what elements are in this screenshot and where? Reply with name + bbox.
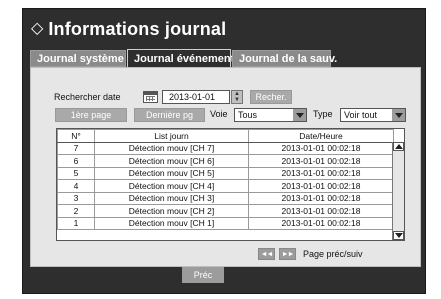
row-number: 5 [57, 166, 95, 180]
log-info-window: ◇ Informations journal Journal système J… [22, 8, 426, 294]
tab-event-log[interactable]: Journal événements [127, 49, 240, 67]
event-log-table: N° List journ Date/Heure 7 Détection mou… [56, 128, 405, 241]
previous-button[interactable]: Préc [182, 267, 224, 283]
row-datetime: 2013-01-01 00:02:18 [248, 204, 394, 218]
type-select-value: Voir tout [344, 110, 378, 120]
tab-system-log[interactable]: Journal système [30, 50, 126, 67]
table-row[interactable]: 6 Détection mouv [CH 6] 2013-01-01 00:02… [57, 154, 394, 168]
search-date-label: Rechercher date [54, 92, 121, 102]
type-select[interactable]: Voir tout [340, 108, 406, 122]
row-event: Détection mouv [CH 5] [94, 166, 249, 180]
row-number: 4 [57, 179, 95, 193]
row-number: 3 [57, 191, 95, 205]
scroll-up-icon[interactable] [393, 142, 404, 151]
date-spinner[interactable]: ▲ ▼ [231, 90, 243, 104]
spinner-down-icon[interactable]: ▼ [232, 97, 242, 103]
fast-forward-icon[interactable]: ►► [279, 248, 296, 260]
table-scrollbar[interactable] [392, 142, 404, 240]
row-number: 1 [57, 216, 95, 230]
calendar-icon[interactable] [143, 91, 158, 103]
rewind-icon[interactable]: ◄◄ [258, 248, 275, 260]
event-log-panel: Rechercher date 2013-01-01 ▲ ▼ Recher. 1… [30, 67, 421, 267]
table-row[interactable]: 2 Détection mouv [CH 2] 2013-01-01 00:02… [57, 204, 394, 218]
window-title: Informations journal [48, 18, 227, 39]
column-header-event: List journ [94, 129, 249, 143]
column-header-number: N° [57, 129, 95, 143]
table-row[interactable]: 4 Détection mouv [CH 4] 2013-01-01 00:02… [57, 179, 394, 193]
chevron-down-icon[interactable] [293, 109, 306, 121]
table-header-row: N° List journ Date/Heure [57, 129, 394, 143]
row-datetime: 2013-01-01 00:02:18 [248, 179, 394, 193]
row-number: 7 [57, 141, 95, 155]
row-datetime: 2013-01-01 00:02:18 [248, 216, 394, 230]
first-page-button[interactable]: 1ère page [55, 108, 127, 122]
voie-select[interactable]: Tous [234, 108, 307, 122]
search-button[interactable]: Recher. [250, 90, 292, 104]
row-datetime: 2013-01-01 00:02:18 [248, 191, 394, 205]
table-row[interactable]: 5 Détection mouv [CH 5] 2013-01-01 00:02… [57, 166, 394, 180]
column-header-datetime: Date/Heure [248, 129, 394, 143]
last-page-button[interactable]: Dernière pg [134, 108, 205, 122]
table-row[interactable]: 7 Détection mouv [CH 7] 2013-01-01 00:02… [57, 141, 394, 155]
row-event: Détection mouv [CH 4] [94, 179, 249, 193]
type-label: Type [313, 109, 333, 119]
voie-label: Voie [210, 109, 228, 119]
row-number: 2 [57, 204, 95, 218]
table-row[interactable]: 1 Détection mouv [CH 1] 2013-01-01 00:02… [57, 216, 394, 230]
title-bar: ◇ Informations journal [23, 9, 425, 49]
row-number: 6 [57, 154, 95, 168]
page-nav-label: Page préc/suiv [303, 249, 363, 259]
row-event: Détection mouv [CH 3] [94, 191, 249, 205]
search-date-field[interactable]: 2013-01-01 [162, 90, 230, 104]
tab-backup-log[interactable]: Journal de la sauv. [232, 50, 337, 67]
scroll-down-icon[interactable] [393, 231, 404, 240]
chevron-down-icon[interactable] [392, 109, 405, 121]
voie-select-value: Tous [238, 110, 258, 120]
row-event: Détection mouv [CH 6] [94, 154, 249, 168]
row-event: Détection mouv [CH 2] [94, 204, 249, 218]
row-event: Détection mouv [CH 7] [94, 141, 249, 155]
row-datetime: 2013-01-01 00:02:18 [248, 154, 394, 168]
diamond-icon: ◇ [31, 20, 44, 37]
row-datetime: 2013-01-01 00:02:18 [248, 141, 394, 155]
table-row[interactable]: 3 Détection mouv [CH 3] 2013-01-01 00:02… [57, 191, 394, 205]
row-event: Détection mouv [CH 1] [94, 216, 249, 230]
row-datetime: 2013-01-01 00:02:18 [248, 166, 394, 180]
